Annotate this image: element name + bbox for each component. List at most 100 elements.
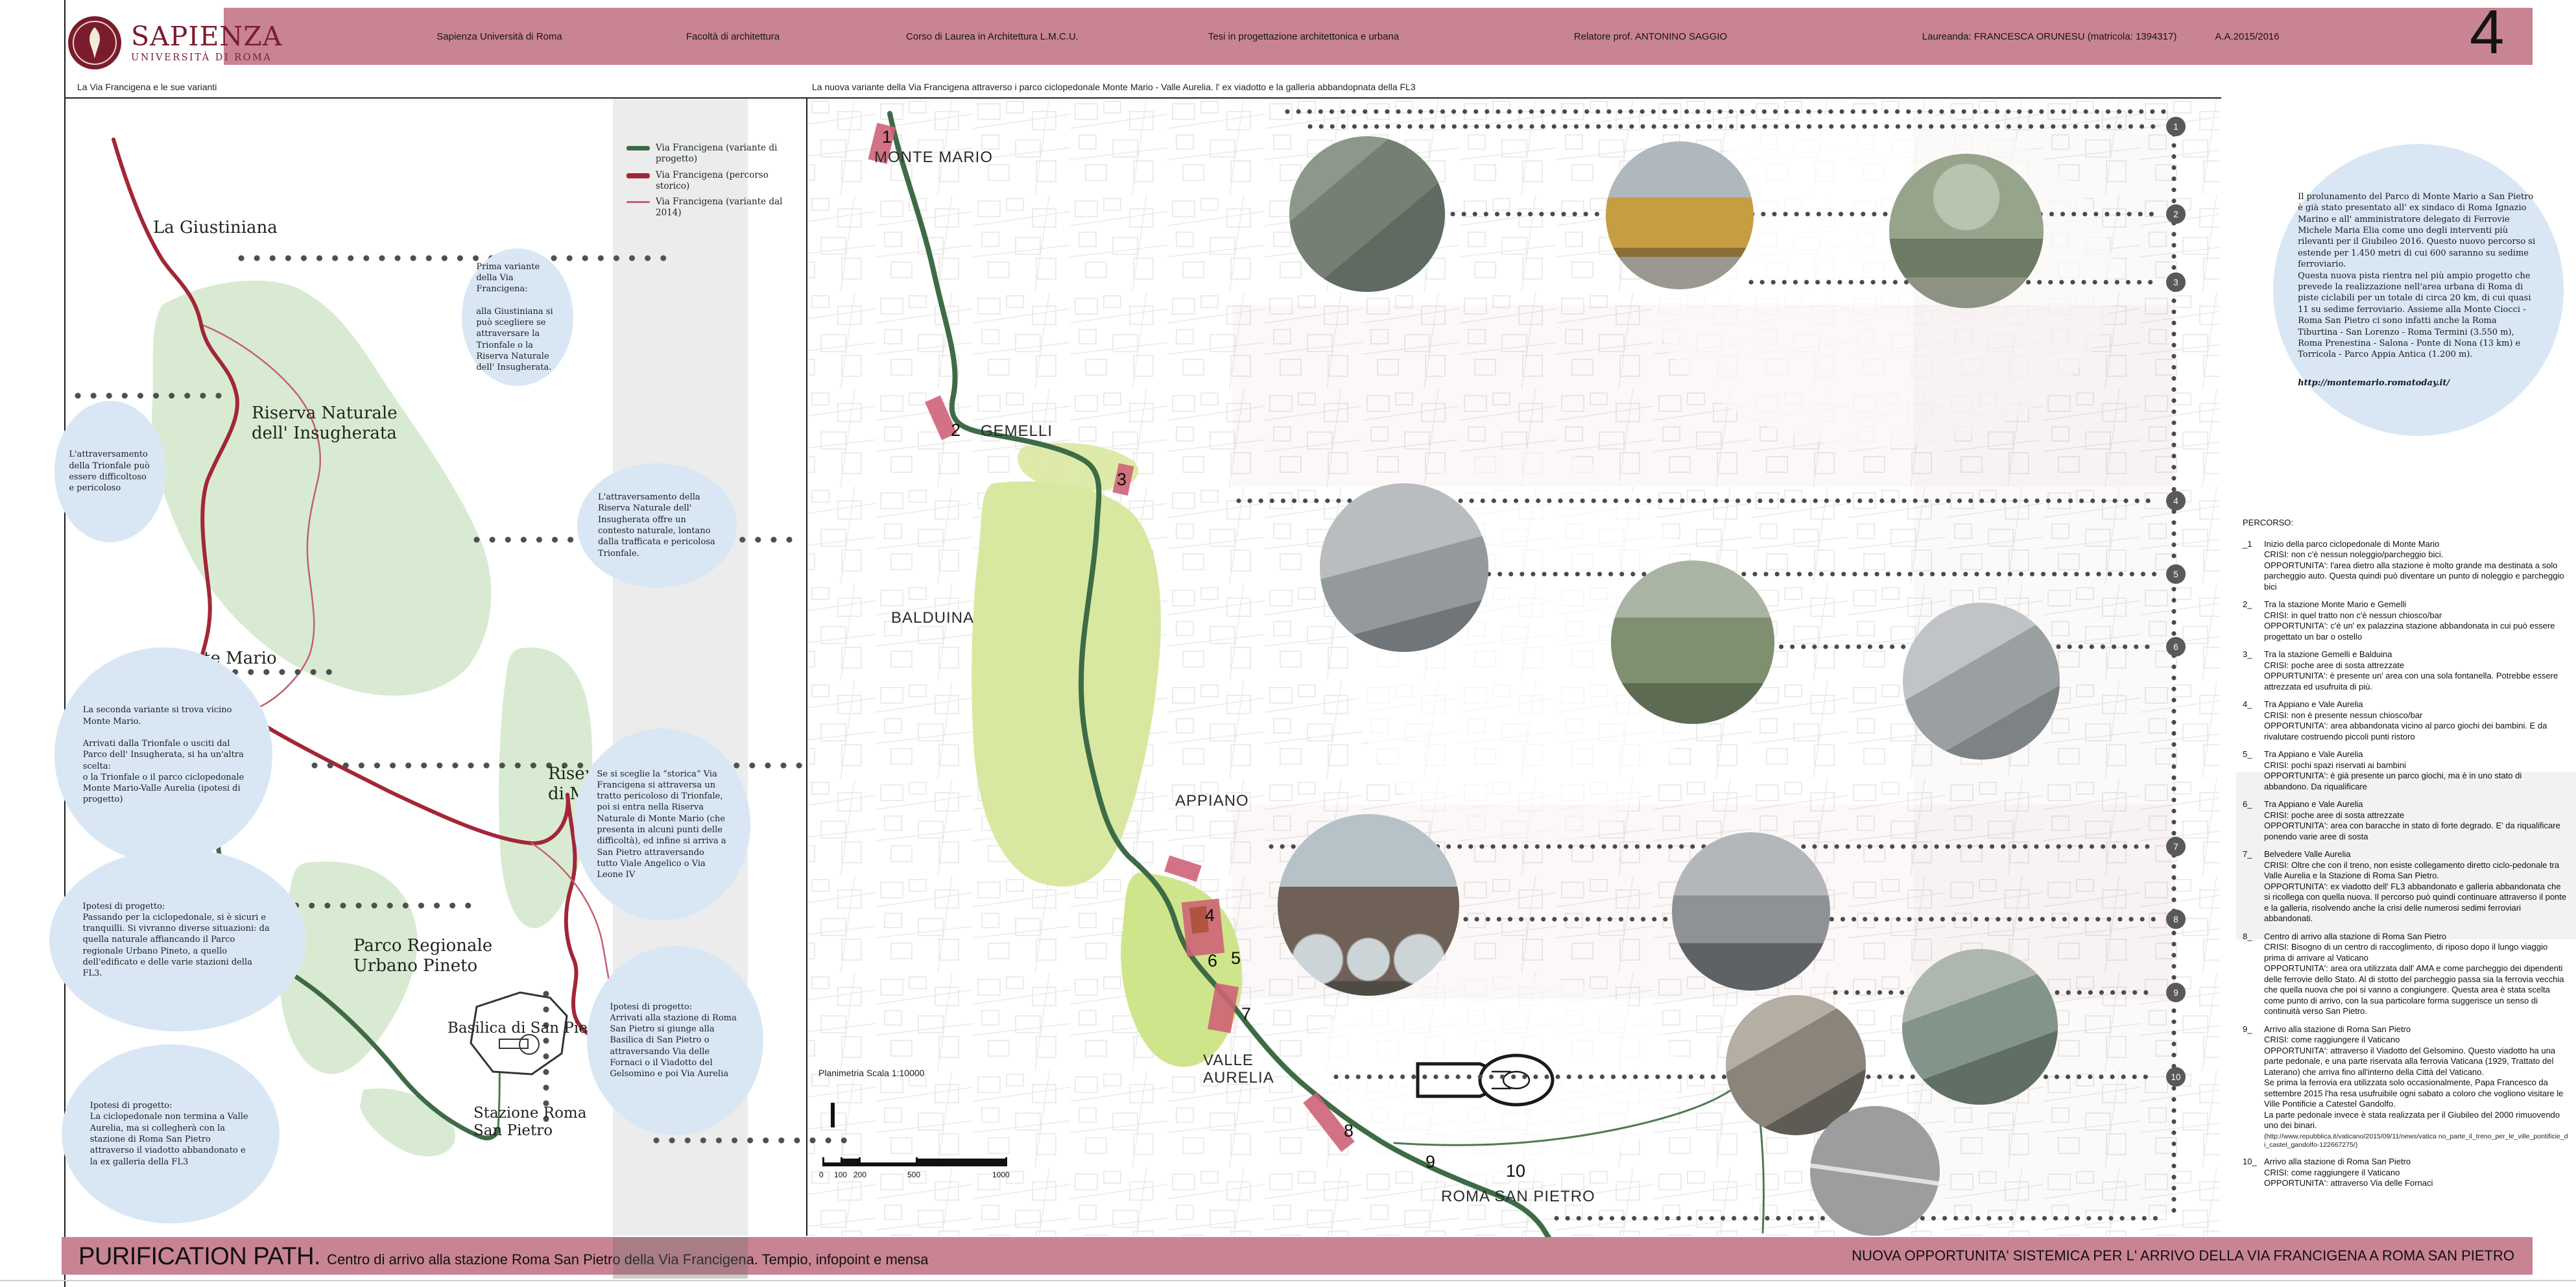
photo-green-area [1611,560,1774,724]
footer-underline [0,1280,2576,1281]
legend-label: Via Francigena (variante dal 2014) [656,197,794,219]
percorso-item-2: 2_ Tra la stazione Monte Mario e Gemelli… [2243,599,2568,642]
header-field-faculty: Facoltà di architettura [686,8,780,65]
percorso-item-9-link[interactable]: (http://www.repubblica.it/vaticano/2015/… [2264,1133,2568,1150]
route-number-6: 6 [1208,951,1217,971]
title-underline [64,97,2221,99]
route-number-2: 2 [951,420,960,440]
footer-gray-strip [613,1237,748,1279]
photo-index-5: 5 [2166,564,2186,584]
legend-swatch-red [626,173,650,178]
bubble-ipotesi-stazione: Ipotesi di progetto: La ciclopedonale no… [62,1044,280,1223]
legend-item: Via Francigena (percorso storico) [626,170,794,193]
scale-tick-0: 0 [819,1170,824,1179]
route-number-3: 3 [1117,470,1127,490]
middle-panel-title: La nuova variante della Via Francigena a… [812,82,1416,92]
percorso-title: PERCORSO: [2243,518,2568,529]
scale-label: Planimetria Scala 1:10000 [818,1068,924,1078]
label-gemelli: GEMELLI [981,423,1053,440]
percorso-item-8: 8_ Centro di arrivo alla stazione di Rom… [2243,932,2568,1017]
logo-title: SAPIENZA [131,23,282,50]
percorso-item-7: 7_ Belvedere Valle Aurelia CRISI: Oltre … [2243,849,2568,924]
photo-viaduct-arches [1278,814,1459,996]
legend-swatch-red-thin [626,201,650,203]
photo-index-7: 7 [2166,837,2186,856]
left-border-line [64,0,66,1287]
university-logo: SAPIENZA UNIVERSITÀ DI ROMA [67,16,282,70]
label-valle-aurelia: VALLE AURELIA [1203,1052,1274,1087]
bubble-storica: Se si sceglie la “storica” Via Francigen… [574,728,750,920]
panel-divider-line [806,97,807,1236]
route-number-5: 5 [1231,948,1241,968]
legend-item: Via Francigena (variante di progetto) [626,143,794,165]
route-number-4: 4 [1205,906,1215,926]
photo-index-8: 8 [2166,909,2186,929]
label-insugherata: Riserva Naturale dell' Insugherata [252,403,398,443]
legend-label: Via Francigena (percorso storico) [656,170,794,193]
bubble-ipotesi-arrivo: Ipotesi di progetto: Arrivati alla stazi… [587,946,763,1135]
route-number-7: 7 [1241,1004,1251,1024]
bubble-insugherata: L'attraversamento della Riserva Naturale… [577,463,737,588]
map-graphics: .dots{stroke:#4f4f4f;stroke-width:9;stro… [0,0,2576,1287]
percorso-item-3: 3_ Tra la stazione Gemelli e Balduina CR… [2243,649,2568,692]
logo-wordmark: SAPIENZA UNIVERSITÀ DI ROMA [131,23,282,63]
label-basilica: Basilica di San Pietro [447,1020,610,1037]
photo-index-2: 2 [2166,204,2186,224]
photo-road-fornaci [1810,1106,1940,1236]
footer-bar: PURIFICATION PATH. Centro di arrivo alla… [62,1237,2533,1275]
intro-text: Il prolunamento del Parco di Monte Mario… [2298,192,2535,360]
label-appiano: APPIANO [1175,793,1249,810]
label-stazione: Stazione Roma San Pietro [473,1105,586,1140]
scale-tick-100: 100 [834,1170,847,1179]
intro-bubble: Il prolunamento del Parco di Monte Mario… [2273,144,2564,436]
photo-fountain-square [1903,603,2060,760]
label-pineto: Parco Regionale Urbano Pineto [353,936,492,976]
header-field-course: Corso di Laurea in Architettura L.M.C.U. [906,8,1079,65]
bubble-trionfale: L'attraversamento della Trionfale può es… [54,401,166,542]
header-field-year: A.A.2015/2016 [2215,8,2279,65]
label-roma-san-pietro: ROMA SAN PIETRO [1441,1188,1595,1206]
photo-index-3: 3 [2166,272,2186,292]
route-legend: Via Francigena (variante di progetto) Vi… [626,143,794,224]
header-field-university: Sapienza Università di Roma [436,8,562,65]
route-number-9: 9 [1425,1152,1435,1172]
header-field-supervisor: Relatore prof. ANTONINO SAGGIO [1574,8,1727,65]
percorso-item-9: 9_ Arrivo alla stazione di Roma San Piet… [2243,1024,2568,1150]
photo-valle-aurelia [1902,949,2058,1105]
photo-aerial-parking [1289,136,1445,292]
percorso-item-4: 4_ Tra Appiano e Vale Aurelia CRISI: non… [2243,699,2568,742]
left-panel-title: La Via Francigena e le sue varianti [77,82,217,92]
photo-palazzina-station [1606,141,1754,289]
footer-right-text: NUOVA OPPORTUNITA' SISTEMICA PER L' ARRI… [1852,1237,2514,1275]
legend-item: Via Francigena (variante dal 2014) [626,197,794,219]
photo-index-6: 6 [2166,637,2186,656]
label-monte-mario-station: MONTE MARIO [874,149,993,167]
photo-index-1: 1 [2166,117,2186,136]
percorso-list: PERCORSO: _1 Inizio della parco cicloped… [2243,518,2568,1196]
bubble-seconda-variante: La seconda variante si trova vicino Mont… [54,647,272,863]
photo-index-10: 10 [2166,1067,2186,1087]
label-balduina: BALDUINA [891,610,974,627]
bubble-prima-variante: Prima variante della Via Francigena: all… [462,248,573,386]
percorso-item-1: _1 Inizio della parco ciclopedonale di M… [2243,539,2568,593]
legend-label: Via Francigena (variante di progetto) [656,143,794,165]
legend-swatch-green [626,146,650,150]
photo-index-4: 4 [2166,491,2186,511]
sapienza-emblem-icon [67,16,122,70]
photo-street-cars [1672,832,1830,991]
footer-title: PURIFICATION PATH. Centro di arrivo alla… [78,1237,929,1281]
percorso-item-10: 10_ Arrivo alla stazione di Roma San Pie… [2243,1157,2568,1189]
photo-index-9: 9 [2166,983,2186,1002]
intro-link[interactable]: http://montemario.romatoday.it/ [2298,378,2539,389]
bubble-ipotesi-ciclopedonale: Ipotesi di progetto: Passando per la cic… [49,848,306,1031]
logo-subtitle: UNIVERSITÀ DI ROMA [131,53,282,63]
scale-tick-200: 200 [853,1170,866,1179]
route-number-8: 8 [1344,1121,1354,1141]
route-number-1: 1 [882,127,892,147]
photo-park-path [1889,154,2044,308]
label-la-giustiniana: La Giustiniana [153,218,278,238]
page-number: 4 [2470,1,2504,64]
thesis-board: .dots{stroke:#4f4f4f;stroke-width:9;stro… [0,0,2576,1287]
route-number-10: 10 [1506,1161,1525,1181]
percorso-item-5: 5_ Tra Appiano e Vale Aurelia CRISI: poc… [2243,749,2568,792]
